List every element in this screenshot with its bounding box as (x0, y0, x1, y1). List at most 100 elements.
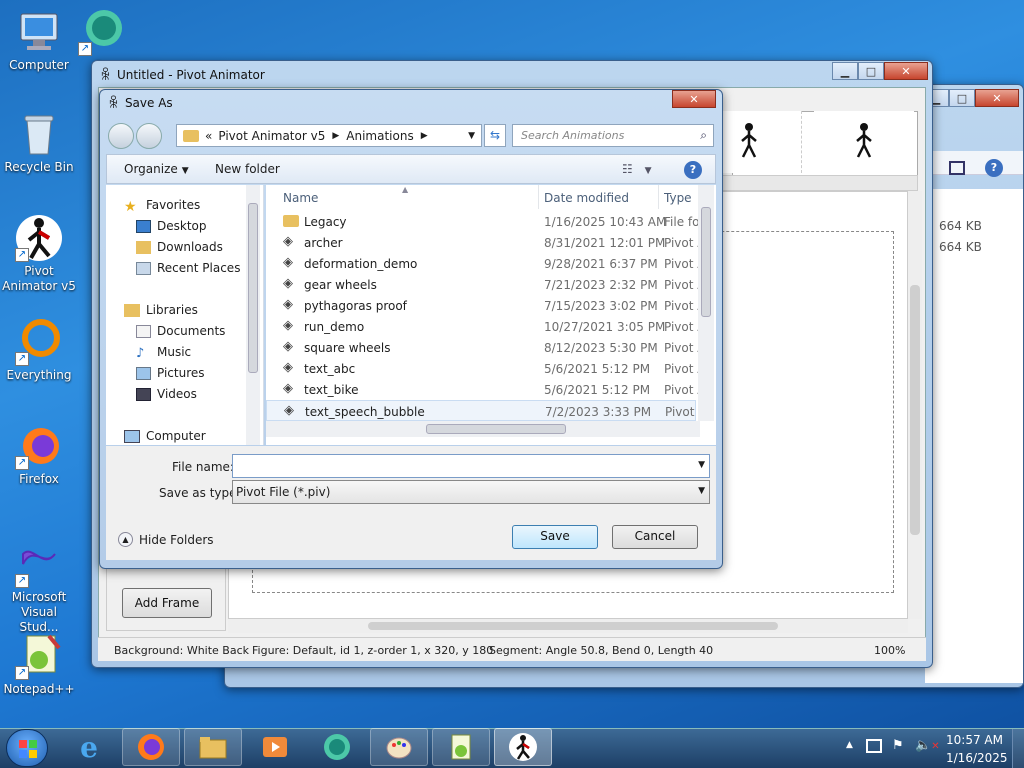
file-name: deformation_demo (304, 257, 418, 271)
chevron-down-icon[interactable]: ▼ (468, 131, 475, 141)
network-icon[interactable] (866, 739, 882, 753)
volume-muted-icon[interactable]: 🔈✕ (915, 738, 940, 753)
internet-explorer-icon: e (80, 730, 98, 764)
nav-pictures[interactable]: Pictures (136, 363, 205, 383)
taskbar-pivot[interactable] (494, 728, 552, 766)
file-row[interactable]: ◈ text_abc 5/6/2021 5:12 PM Pivot A (266, 358, 698, 379)
close-button[interactable]: ✕ (672, 90, 716, 108)
action-center-icon[interactable]: ⚑ (892, 738, 904, 753)
file-size: 664 KB (939, 219, 982, 233)
nav-scrollbar[interactable] (246, 185, 260, 445)
nav-videos[interactable]: Videos (136, 384, 197, 404)
chevron-down-icon[interactable]: ▼ (698, 460, 705, 470)
minimize-button[interactable]: ▁ (832, 62, 858, 80)
file-list-vscrollbar[interactable] (698, 185, 714, 421)
breadcrumb-animations[interactable]: Animations (346, 129, 413, 143)
save-as-dialog[interactable]: ꆜ Save As ✕ « Pivot Animator v5 ▶ Animat… (99, 89, 723, 569)
title-bar[interactable]: ꆜ Untitled - Pivot Animator (92, 61, 932, 89)
save-button[interactable]: Save (512, 525, 598, 549)
taskbar-ie[interactable]: e (60, 728, 118, 766)
desktop-icon-pivot[interactable]: ↗ Pivot Animator v5 (0, 214, 78, 294)
file-name: gear wheels (304, 278, 377, 292)
file-row[interactable]: ◈ run_demo 10/27/2021 3:05 PMPivot A (266, 316, 698, 337)
hide-folders-toggle[interactable]: ▲ Hide Folders (118, 532, 214, 547)
close-button[interactable]: ✕ (975, 89, 1019, 107)
nav-libraries[interactable]: Libraries (124, 300, 198, 320)
column-header-type[interactable]: Type (664, 191, 692, 205)
breadcrumb-overflow[interactable]: « (205, 129, 212, 143)
breadcrumb-pivot[interactable]: Pivot Animator v5 (218, 129, 325, 143)
desktop-icon-computer[interactable]: Computer (0, 8, 78, 73)
taskbar-firefox[interactable] (122, 728, 180, 766)
file-row[interactable]: ◈ archer 8/31/2021 12:01 PMPivot A (266, 232, 698, 253)
file-row[interactable]: ◈ pythagoras proof 7/15/2023 3:02 PM Pivot … (266, 295, 698, 316)
nav-recent-places[interactable]: Recent Places (136, 258, 240, 278)
frame-scrollbar[interactable] (722, 175, 918, 191)
dialog-title-bar[interactable]: ꆜ Save As (100, 90, 722, 116)
pivot-icon: ↗ (15, 214, 63, 262)
chevron-right-icon[interactable]: ▶ (421, 131, 428, 141)
nav-downloads[interactable]: Downloads (136, 237, 223, 257)
help-icon[interactable]: ? (985, 159, 1003, 177)
forward-button[interactable] (136, 123, 162, 149)
navigation-pane[interactable]: ★ Favorites Desktop Downloads Recent Plac… (106, 185, 264, 445)
chevron-down-icon[interactable]: ▼ (698, 486, 705, 496)
folder-icon (183, 129, 199, 142)
back-button[interactable] (108, 123, 134, 149)
tray-overflow-icon[interactable]: ▲ (846, 740, 853, 750)
file-row[interactable]: ◈ square wheels 8/12/2023 5:30 PM Pivot A (266, 337, 698, 358)
maximize-button[interactable]: □ (949, 89, 975, 107)
file-row[interactable]: ◈ text_bike 5/6/2021 5:12 PM Pivot A (266, 379, 698, 400)
nav-computer[interactable]: Computer (124, 426, 206, 446)
taskbar-notepad-plus[interactable] (432, 728, 490, 766)
close-button[interactable]: ✕ (884, 62, 928, 80)
nav-documents[interactable]: Documents (136, 321, 225, 341)
chevron-right-icon[interactable]: ▶ (332, 131, 339, 141)
file-list-hscrollbar[interactable] (266, 421, 700, 437)
taskbar-media-player[interactable] (246, 728, 304, 766)
column-header-date[interactable]: Date modified (544, 191, 629, 205)
nav-favorites[interactable]: ★ Favorites (124, 195, 200, 215)
desktop-icon-notepad-plus[interactable]: ↗ Notepad++ (0, 632, 78, 697)
libraries-icon (124, 303, 140, 317)
nav-desktop[interactable]: Desktop (136, 216, 207, 236)
desktop-icon-visual-studio[interactable]: ↗ Microsoft Visual Stud... (0, 540, 78, 635)
pivot-small-icon: ꆜ (108, 96, 119, 112)
status-background: Background: White Back (114, 644, 250, 657)
file-row[interactable]: Legacy 1/16/2025 10:43 AMFile fol (266, 211, 698, 232)
frame-thumbnail[interactable] (722, 111, 802, 173)
preview-pane-icon[interactable] (949, 161, 965, 175)
clock-time[interactable]: 10:57 AM (946, 733, 1003, 747)
search-input[interactable]: Search Animations ⌕ (512, 124, 714, 147)
show-desktop-button[interactable] (1012, 729, 1024, 768)
desktop-icon-firefox[interactable]: ↗ Firefox (0, 422, 78, 487)
taskbar-app[interactable] (308, 728, 366, 766)
taskbar-paint[interactable] (370, 728, 428, 766)
canvas-hscrollbar[interactable] (228, 619, 908, 633)
canvas-vscrollbar[interactable] (908, 191, 922, 619)
file-row[interactable]: ◈ gear wheels 7/21/2023 2:32 PM Pivot A (266, 274, 698, 295)
new-folder-button[interactable]: New folder (215, 162, 280, 176)
add-frame-button[interactable]: Add Frame (122, 588, 212, 618)
address-bar[interactable]: « Pivot Animator v5 ▶ Animations ▶ ▼ (176, 124, 482, 147)
frame-thumbnail[interactable] (814, 111, 914, 173)
nav-music[interactable]: ♪ Music (136, 342, 191, 362)
desktop-icon-recycle-bin[interactable]: Recycle Bin (0, 110, 78, 175)
taskbar-explorer[interactable] (184, 728, 242, 766)
help-icon[interactable]: ? (684, 161, 702, 179)
cancel-button[interactable]: Cancel (612, 525, 698, 549)
file-row[interactable]: ◈ text_speech_bubble 7/2/2023 3:33 PM Pivot… (266, 400, 699, 421)
file-name-input[interactable]: ▼ (232, 454, 710, 478)
view-options-icon[interactable]: ☷ ▼ (622, 162, 652, 176)
maximize-button[interactable]: □ (858, 62, 884, 80)
file-list[interactable]: Name ▲ Date modified Type Legacy 1/16/202… (266, 185, 716, 445)
file-date: 5/6/2021 5:12 PM (544, 362, 651, 376)
start-button[interactable] (6, 729, 48, 767)
clock-date[interactable]: 1/16/2025 (946, 751, 1008, 765)
refresh-button[interactable]: ⇆ (484, 124, 506, 147)
save-type-select[interactable]: Pivot File (*.piv) ▼ (232, 480, 710, 504)
desktop-icon-everything[interactable]: ↗ Everything (0, 318, 78, 383)
column-header-name[interactable]: Name (283, 191, 318, 205)
organize-button[interactable]: Organize ▼ (124, 162, 189, 176)
file-row[interactable]: ◈ deformation_demo 9/28/2021 6:37 PM Pivot … (266, 253, 698, 274)
